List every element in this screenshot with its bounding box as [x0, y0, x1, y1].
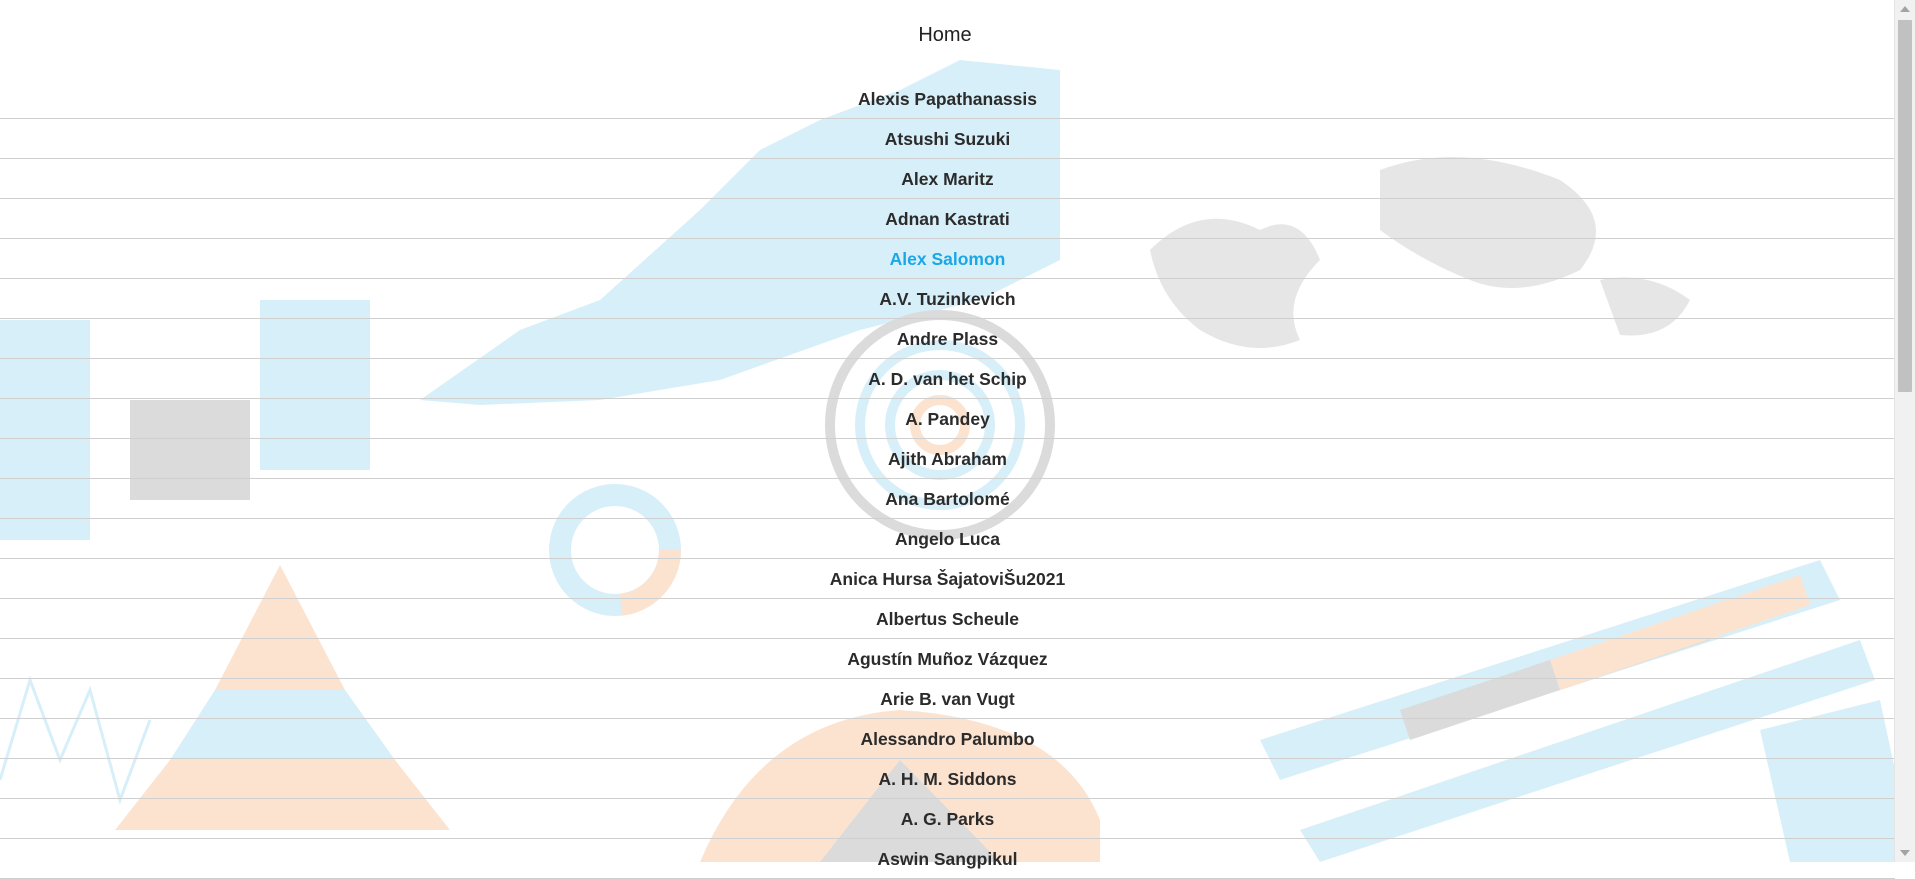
author-list-item[interactable]: Alex Salomon: [0, 239, 1895, 279]
scroll-down-arrow-icon[interactable]: [1900, 850, 1910, 856]
author-list-item[interactable]: Atsushi Suzuki: [0, 119, 1895, 159]
author-name[interactable]: Alex Maritz: [897, 169, 997, 189]
scroll-thumb[interactable]: [1898, 20, 1912, 392]
author-name[interactable]: Ajith Abraham: [884, 449, 1011, 469]
author-name[interactable]: Angelo Luca: [891, 529, 1004, 549]
author-list-item[interactable]: A.V. Tuzinkevich: [0, 279, 1895, 319]
author-name[interactable]: Albertus Scheule: [872, 609, 1023, 629]
author-list-item[interactable]: Alex Maritz: [0, 159, 1895, 199]
author-list: Alexis Papathanassis Atsushi Suzuki Alex M…: [0, 79, 1895, 879]
author-name[interactable]: Alexis Papathanassis: [854, 89, 1041, 109]
author-list-item[interactable]: Ajith Abraham: [0, 439, 1895, 479]
author-name[interactable]: Arie B. van Vugt: [876, 689, 1019, 709]
author-list-item[interactable]: Andre Plass: [0, 319, 1895, 359]
author-name[interactable]: A. Pandey: [901, 409, 994, 429]
author-name[interactable]: Adnan Kastrati: [881, 209, 1013, 229]
author-name[interactable]: Agustín Muñoz Vázquez: [843, 649, 1051, 669]
page: Home Alexis Papathanassis Atsushi Suzuki A…: [0, 0, 1895, 879]
author-list-item[interactable]: Agustín Muñoz Vázquez: [0, 639, 1895, 679]
author-list-item[interactable]: A. G. Parks: [0, 799, 1895, 839]
author-list-item[interactable]: Arie B. van Vugt: [0, 679, 1895, 719]
author-name[interactable]: A.V. Tuzinkevich: [875, 289, 1019, 309]
author-list-item[interactable]: Aswin Sangpikul: [0, 839, 1895, 879]
author-list-item[interactable]: A. H. M. Siddons: [0, 759, 1895, 799]
home-link[interactable]: Home: [0, 24, 1890, 47]
author-name[interactable]: Ana Bartolomé: [881, 489, 1013, 509]
author-list-item[interactable]: Angelo Luca: [0, 519, 1895, 559]
author-name[interactable]: Andre Plass: [893, 329, 1002, 349]
author-list-item[interactable]: Anica Hursa ŠajatoviŠu2021: [0, 559, 1895, 599]
author-name[interactable]: Aswin Sangpikul: [873, 849, 1021, 869]
author-list-item[interactable]: A. D. van het Schip: [0, 359, 1895, 399]
author-list-item[interactable]: Albertus Scheule: [0, 599, 1895, 639]
author-list-item[interactable]: Alessandro Palumbo: [0, 719, 1895, 759]
author-list-item[interactable]: Ana Bartolomé: [0, 479, 1895, 519]
author-list-item[interactable]: Adnan Kastrati: [0, 199, 1895, 239]
scroll-up-arrow-icon[interactable]: [1900, 6, 1910, 12]
author-name[interactable]: A. G. Parks: [897, 809, 998, 829]
author-name[interactable]: Alessandro Palumbo: [856, 729, 1038, 749]
author-name[interactable]: Anica Hursa ŠajatoviŠu2021: [826, 569, 1069, 589]
author-list-item[interactable]: Alexis Papathanassis: [0, 79, 1895, 119]
vertical-scrollbar[interactable]: [1894, 0, 1915, 862]
author-list-item[interactable]: A. Pandey: [0, 399, 1895, 439]
author-name[interactable]: Alex Salomon: [886, 249, 1010, 269]
author-name[interactable]: Atsushi Suzuki: [881, 129, 1014, 149]
author-name[interactable]: A. D. van het Schip: [864, 369, 1031, 389]
author-name[interactable]: A. H. M. Siddons: [874, 769, 1020, 789]
